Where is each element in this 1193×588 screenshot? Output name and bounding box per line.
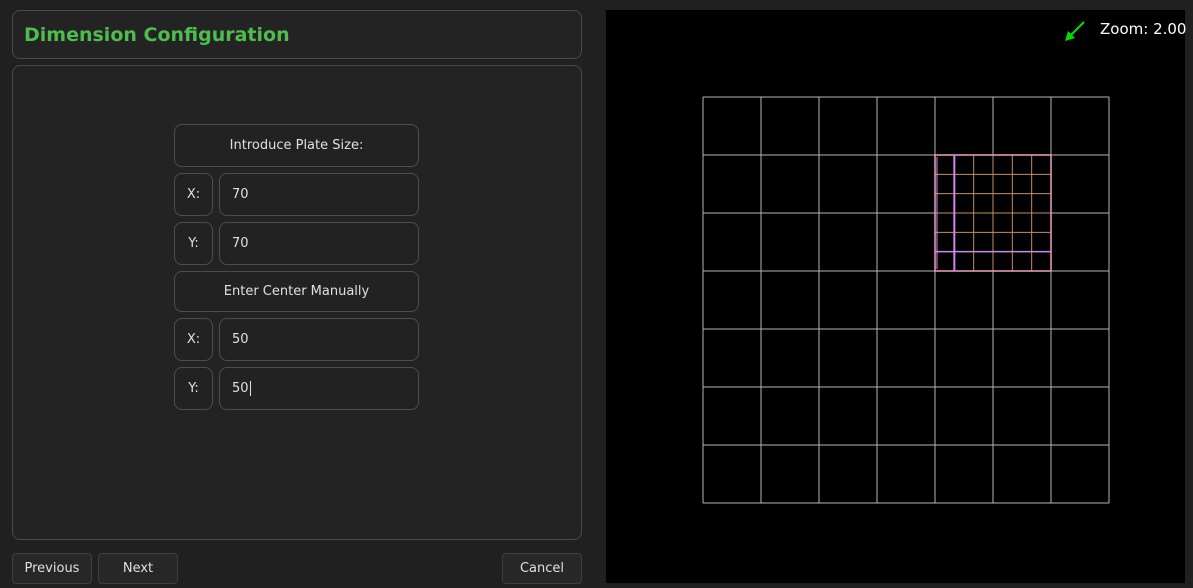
outer-grid <box>702 96 1110 504</box>
plate-y-label: Y: <box>174 222 213 265</box>
center-x-input[interactable]: 50 <box>219 318 419 361</box>
center-y-label: Y: <box>174 367 213 410</box>
text-caret <box>249 381 251 396</box>
plate-grid <box>934 154 1052 272</box>
plate-x-input[interactable]: 70 <box>219 173 419 216</box>
center-x-value: 50 <box>232 332 249 347</box>
plate-size-label: Introduce Plate Size: <box>174 124 419 167</box>
center-y-input[interactable]: 50 <box>219 367 419 410</box>
center-x-label: X: <box>174 318 213 361</box>
previous-button[interactable]: Previous <box>12 553 92 584</box>
page-title: Dimension Configuration <box>24 24 290 46</box>
next-button[interactable]: Next <box>98 553 178 584</box>
center-manual-label: Enter Center Manually <box>174 271 419 312</box>
arrow-down-left-icon <box>1065 21 1085 41</box>
plate-y-input[interactable]: 70 <box>219 222 419 265</box>
plate-grid-canvas <box>702 96 1110 504</box>
title-panel: Dimension Configuration <box>12 10 582 59</box>
zoom-label: Zoom: 2.00 <box>1100 20 1187 38</box>
center-y-value: 50 <box>232 381 249 396</box>
plate-y-value: 70 <box>232 236 249 251</box>
plate-x-label: X: <box>174 173 213 216</box>
plate-x-value: 70 <box>232 187 249 202</box>
cancel-button[interactable]: Cancel <box>502 553 582 584</box>
